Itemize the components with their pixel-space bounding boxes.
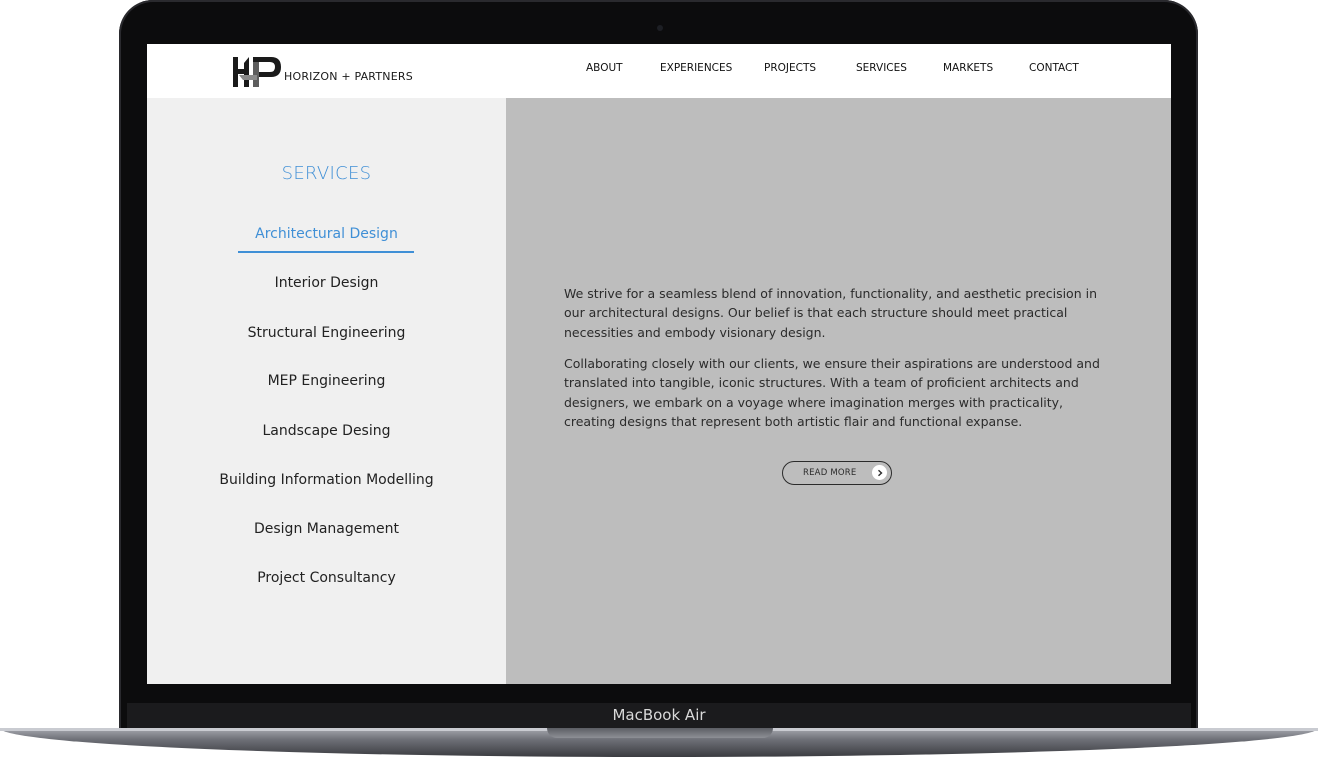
- chevron-right-icon: [872, 465, 887, 480]
- sidebar-title: SERVICES: [281, 163, 372, 184]
- nav-contact[interactable]: CONTACT: [1029, 62, 1079, 74]
- laptop-hinge-notch: [547, 728, 773, 738]
- service-architectural-design[interactable]: Architectural Design: [147, 226, 506, 242]
- active-underline: [238, 251, 414, 253]
- nav-about[interactable]: ABOUT: [586, 62, 623, 74]
- service-project-consultancy[interactable]: Project Consultancy: [147, 570, 506, 586]
- webcam: [657, 25, 663, 31]
- device-label: MacBook Air: [612, 706, 706, 724]
- service-structural-engineering[interactable]: Structural Engineering: [147, 325, 506, 341]
- services-sidebar: SERVICES Architectural Design Interior D…: [147, 98, 506, 684]
- read-more-label: READ MORE: [803, 468, 857, 478]
- service-design-management[interactable]: Design Management: [147, 521, 506, 537]
- read-more-button[interactable]: READ MORE: [782, 461, 892, 485]
- service-bim[interactable]: Building Information Modelling: [147, 472, 506, 488]
- service-content: We strive for a seamless blend of innova…: [506, 98, 1171, 684]
- nav-markets[interactable]: MARKETS: [943, 62, 993, 74]
- laptop-mockup: HORIZON + PARTNERS ABOUT EXPERIENCES PRO…: [0, 0, 1318, 757]
- service-mep-engineering[interactable]: MEP Engineering: [147, 373, 506, 389]
- nav-experiences[interactable]: EXPERIENCES: [660, 62, 732, 74]
- service-landscape-design[interactable]: Landscape Desing: [147, 423, 506, 439]
- detail-paragraph: Collaborating closely with our clients, …: [564, 356, 1100, 429]
- screen: HORIZON + PARTNERS ABOUT EXPERIENCES PRO…: [147, 44, 1171, 684]
- main-menu: ABOUT EXPERIENCES PROJECTS SERVICES MARK…: [147, 62, 1171, 76]
- nav-services[interactable]: SERVICES: [856, 62, 907, 74]
- service-interior-design[interactable]: Interior Design: [147, 275, 506, 291]
- top-nav: HORIZON + PARTNERS ABOUT EXPERIENCES PRO…: [147, 44, 1171, 99]
- nav-projects[interactable]: PROJECTS: [764, 62, 816, 74]
- intro-paragraph: We strive for a seamless blend of innova…: [564, 286, 1097, 340]
